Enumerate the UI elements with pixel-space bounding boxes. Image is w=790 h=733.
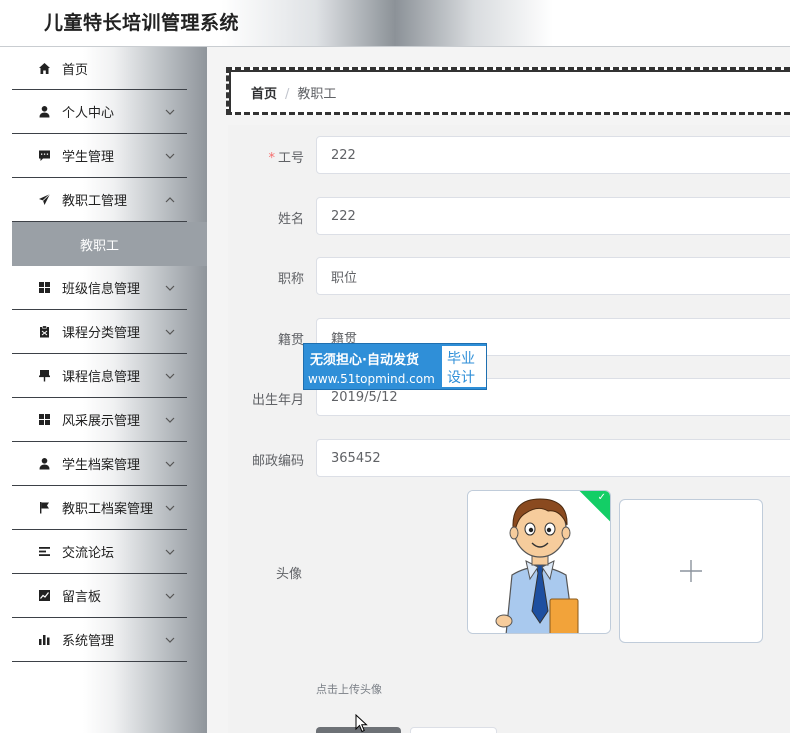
watermark-line2: www.51topmind.com (308, 372, 435, 386)
breadcrumb: 首页 / 教职工 (251, 83, 336, 102)
avatar-image (468, 491, 610, 633)
home-icon (36, 60, 52, 76)
sidebar-item-home[interactable]: 首页 (12, 47, 187, 90)
sidebar-item-course-info[interactable]: 课程信息管理 (12, 354, 187, 398)
app-header: 儿童特长培训管理系统 (0, 0, 790, 47)
form-row-name: 姓名 222 (228, 197, 790, 237)
sidebar-item-forum[interactable]: 交流论坛 (12, 530, 187, 574)
breadcrumb-home-link[interactable]: 首页 (251, 87, 277, 102)
sidebar-item-label: 教职工管理 (62, 194, 128, 209)
chevron-up-icon (165, 197, 175, 203)
watermark-right-line1: 毕业 (447, 351, 475, 367)
sidebar-subitem-staff[interactable]: 教职工 (12, 222, 207, 266)
avatar-upload-button[interactable] (619, 499, 763, 643)
plus-icon (680, 560, 702, 582)
title-input[interactable]: 职位 (316, 257, 790, 295)
chevron-down-icon (165, 505, 175, 511)
sidebar-item-staff[interactable]: 教职工管理 (12, 178, 187, 222)
chevron-down-icon (165, 153, 175, 159)
sidebar-item-student-archive[interactable]: 学生档案管理 (12, 442, 187, 486)
chevron-down-icon (165, 549, 175, 555)
form-row-title: 职称 职位 (228, 257, 790, 297)
check-icon: ✓ (597, 492, 606, 503)
chevron-down-icon (165, 109, 175, 115)
pin-icon (36, 368, 52, 384)
name-input[interactable]: 222 (316, 197, 790, 235)
breadcrumb-current: 教职工 (297, 87, 337, 102)
postal-code-label: 邮政编码 (251, 454, 304, 469)
chevron-down-icon (165, 593, 175, 599)
avatar-label: 头像 (276, 567, 303, 582)
sidebar-item-course-category[interactable]: 课程分类管理 (12, 310, 187, 354)
sidebar-item-showcase[interactable]: 风采展示管理 (12, 398, 187, 442)
staff-id-label: * 工号 (268, 151, 304, 166)
chart-line-icon (36, 588, 52, 604)
user-icon (36, 104, 52, 120)
sidebar-item-label: 学生管理 (62, 150, 115, 165)
watermark-right: 毕业 设计 (442, 346, 486, 387)
sidebar-strip (0, 47, 12, 733)
birthdate-label: 出生年月 (251, 393, 304, 408)
grid-icon (36, 280, 52, 296)
avatar-thumbnail[interactable]: ✓ (467, 490, 611, 634)
sidebar-item-staff-archive[interactable]: 教职工档案管理 (12, 486, 187, 530)
form-row-staff-id: * 工号 222 (228, 136, 790, 176)
form-row-postal-code: 邮政编码 365452 (228, 439, 790, 479)
chevron-down-icon (165, 461, 175, 467)
sidebar-subitem-label: 教职工 (79, 238, 119, 254)
sidebar-item-label: 留言板 (62, 590, 102, 605)
bar-chart-icon (36, 632, 52, 648)
sidebar-item-label: 课程分类管理 (62, 326, 141, 341)
grid-icon (36, 412, 52, 428)
cancel-button[interactable] (410, 727, 497, 733)
breadcrumb-separator: / (285, 87, 290, 102)
app-title: 儿童特长培训管理系统 (44, 12, 240, 34)
sidebar-item-system[interactable]: 系统管理 (12, 618, 187, 662)
required-asterisk: * (268, 151, 275, 166)
staff-id-input[interactable]: 222 (316, 136, 790, 174)
hometown-label: 籍贯 (277, 333, 304, 348)
sidebar-item-label: 个人中心 (62, 106, 115, 121)
list-icon (36, 544, 52, 560)
chevron-down-icon (165, 373, 175, 379)
watermark-line1: 无须担心·自动发货 (310, 353, 419, 368)
postal-code-input[interactable]: 365452 (316, 439, 790, 477)
chevron-down-icon (165, 417, 175, 423)
sidebar-item-class-info[interactable]: 班级信息管理 (12, 266, 187, 310)
clipboard-icon (36, 324, 52, 340)
watermark-badge: 无须担心·自动发货 www.51topmind.com 毕业 设计 (303, 343, 487, 390)
sidebar-item-profile[interactable]: 个人中心 (12, 90, 187, 134)
upload-tip: 点击上传头像 (316, 683, 382, 696)
name-label: 姓名 (277, 212, 304, 227)
sidebar-item-label: 课程信息管理 (62, 370, 141, 385)
watermark-left: 无须担心·自动发货 www.51topmind.com (304, 344, 440, 391)
sidebar-item-label: 风采展示管理 (62, 414, 141, 429)
watermark-right-line2: 设计 (447, 370, 475, 386)
chevron-down-icon (165, 285, 175, 291)
chevron-down-icon (165, 329, 175, 335)
sidebar-item-label: 教职工档案管理 (62, 502, 154, 517)
sidebar-item-students[interactable]: 学生管理 (12, 134, 187, 178)
sidebar-item-label: 系统管理 (62, 634, 115, 649)
title-label: 职称 (277, 272, 304, 287)
flag-icon (36, 500, 52, 516)
message-icon (36, 148, 52, 164)
sidebar-item-label: 交流论坛 (62, 546, 115, 561)
mouse-cursor-icon (355, 714, 368, 733)
sidebar-item-label: 班级信息管理 (62, 282, 141, 297)
sidebar-item-message-board[interactable]: 留言板 (12, 574, 187, 618)
send-icon (36, 192, 52, 208)
sidebar-item-label: 学生档案管理 (62, 458, 141, 473)
chevron-down-icon (165, 637, 175, 643)
user-icon (36, 456, 52, 472)
sidebar-item-label: 首页 (62, 62, 89, 78)
sidebar-menu: 首页 个人中心 学生管理 教职工管理 教职工 班级信息管理 课程分类管理 课程信… (12, 47, 207, 662)
